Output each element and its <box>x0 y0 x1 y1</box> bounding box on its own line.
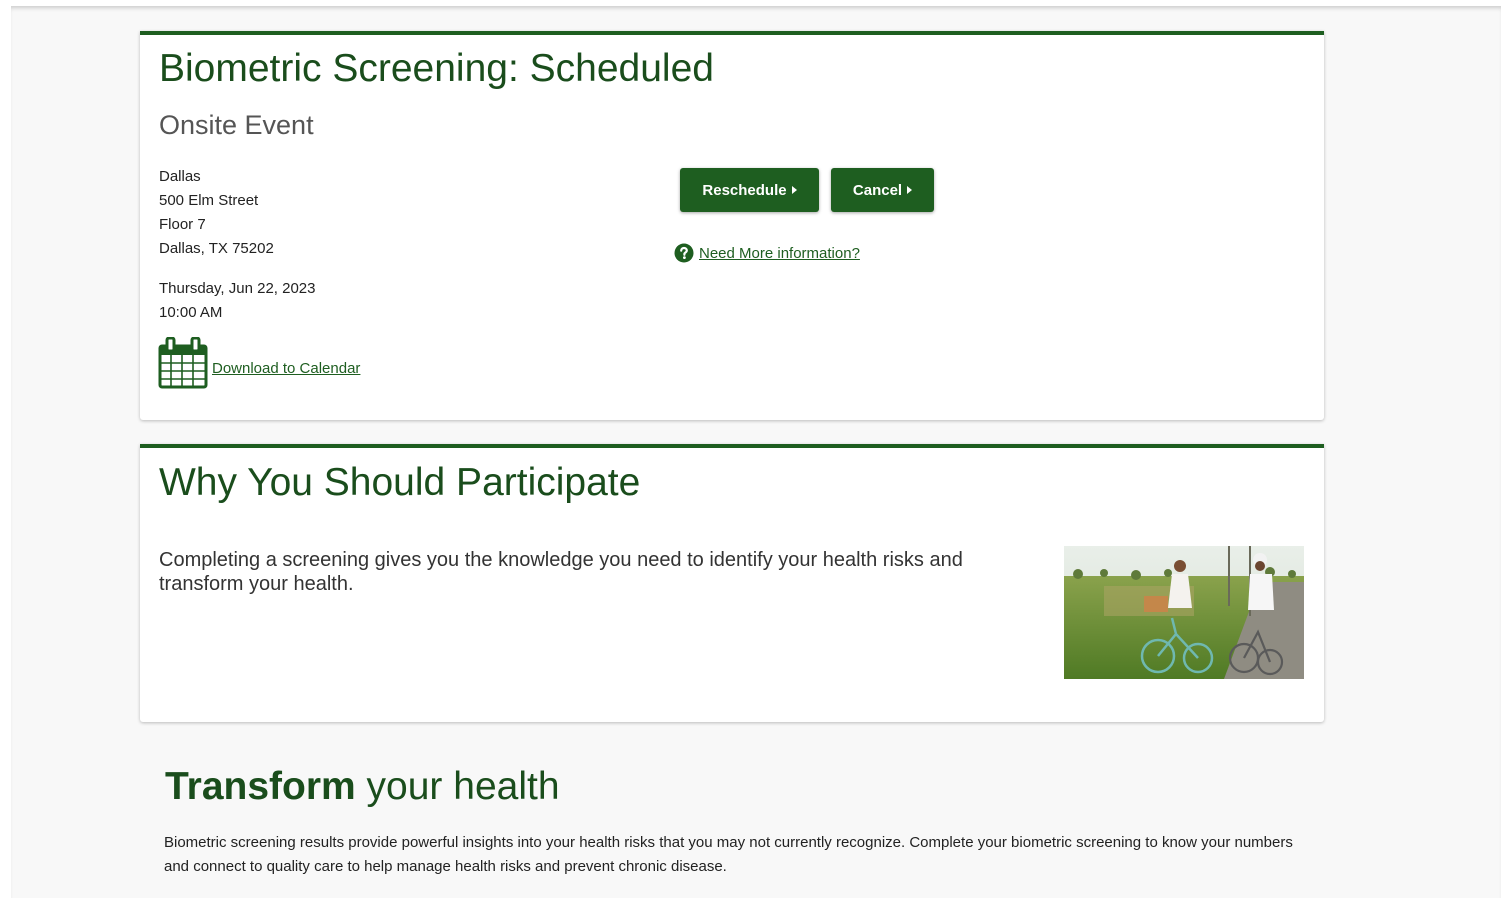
need-more-info-link[interactable]: Need More information? <box>699 245 860 262</box>
transform-text: Biometric screening results provide powe… <box>164 834 1293 875</box>
address-line: Floor 7 <box>159 216 206 233</box>
more-info[interactable]: Need More information? <box>674 243 860 263</box>
address-line: 500 Elm Street <box>159 192 259 209</box>
reschedule-label: Reschedule <box>702 181 787 199</box>
cyclists-photo <box>1064 546 1304 679</box>
address-line: Dallas, TX 75202 <box>159 240 274 257</box>
event-date: Thursday, Jun 22, 2023 <box>159 280 316 297</box>
caret-right-icon <box>907 186 913 194</box>
participate-card: Why You Should Participate Completing a … <box>140 444 1324 722</box>
screening-title: Biometric Screening: Scheduled <box>159 47 714 90</box>
question-circle-icon <box>674 243 694 263</box>
event-datetime: Thursday, Jun 22, 2023 10:00 AM <box>159 277 316 325</box>
participate-text: Completing a screening gives you the kno… <box>159 549 963 595</box>
cancel-label: Cancel <box>852 181 903 199</box>
transform-heading: Transform your health <box>165 765 560 809</box>
calendar-icon[interactable] <box>158 337 208 389</box>
event-address: Dallas 500 Elm Street Floor 7 Dallas, TX… <box>159 165 274 261</box>
cancel-button[interactable]: Cancel <box>831 168 934 212</box>
event-type: Onsite Event <box>159 110 314 140</box>
download-calendar-link[interactable]: Download to Calendar <box>212 360 360 377</box>
address-line: Dallas <box>159 168 201 185</box>
reschedule-button[interactable]: Reschedule <box>680 168 819 212</box>
screening-card: Biometric Screening: Scheduled Onsite Ev… <box>140 31 1324 420</box>
transform-heading-bold: Transform <box>165 765 356 808</box>
event-time: 10:00 AM <box>159 304 223 321</box>
transform-heading-rest: your health <box>355 765 560 808</box>
participate-title: Why You Should Participate <box>159 461 641 504</box>
caret-right-icon <box>791 186 797 194</box>
download-calendar[interactable]: Download to Calendar <box>158 337 360 389</box>
